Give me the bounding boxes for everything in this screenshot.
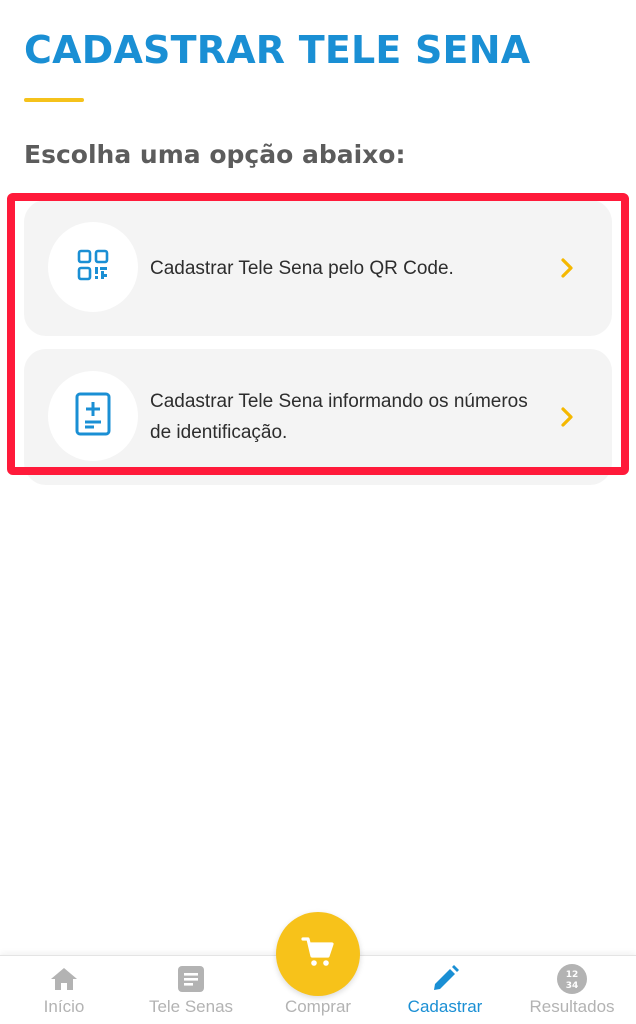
icon-circle: [48, 222, 138, 312]
option-label: Cadastrar Tele Sena informando os número…: [150, 391, 528, 443]
list-document-icon: [177, 964, 205, 994]
pencil-icon: [430, 964, 460, 994]
nav-label: Tele Senas: [148, 997, 234, 1016]
chevron-right-icon: [560, 405, 574, 429]
option-identification-numbers[interactable]: Cadastrar Tele Sena informando os número…: [24, 349, 612, 485]
cart-icon: [301, 935, 335, 973]
title-underline: [24, 98, 84, 102]
home-icon: [49, 964, 79, 994]
nav-item-tele-senas[interactable]: Tele Senas: [136, 956, 246, 1024]
nav-label: Início: [43, 997, 85, 1016]
section-heading: Escolha uma opção abaixo:: [24, 140, 406, 169]
chevron-right-icon: [560, 256, 574, 280]
numbers-badge-icon: 12 34: [556, 964, 588, 994]
nav-item-inicio[interactable]: Início: [14, 956, 114, 1024]
page-title: CADASTRAR TELE SENA: [24, 28, 531, 72]
option-qr-code[interactable]: Cadastrar Tele Sena pelo QR Code.: [24, 200, 612, 336]
nav-label-comprar: Comprar: [284, 997, 352, 1016]
nav-label: Cadastrar: [407, 997, 483, 1016]
option-label: Cadastrar Tele Sena pelo QR Code.: [150, 257, 454, 279]
svg-text:34: 34: [566, 981, 579, 991]
nav-item-resultados[interactable]: 12 34 Resultados: [518, 956, 626, 1024]
qr-code-icon: [77, 249, 109, 285]
svg-text:12: 12: [566, 970, 579, 980]
document-add-icon: [75, 392, 111, 440]
buy-button[interactable]: [276, 912, 360, 996]
icon-circle: [48, 371, 138, 461]
nav-item-cadastrar[interactable]: Cadastrar: [394, 956, 496, 1024]
nav-label: Resultados: [529, 997, 615, 1016]
